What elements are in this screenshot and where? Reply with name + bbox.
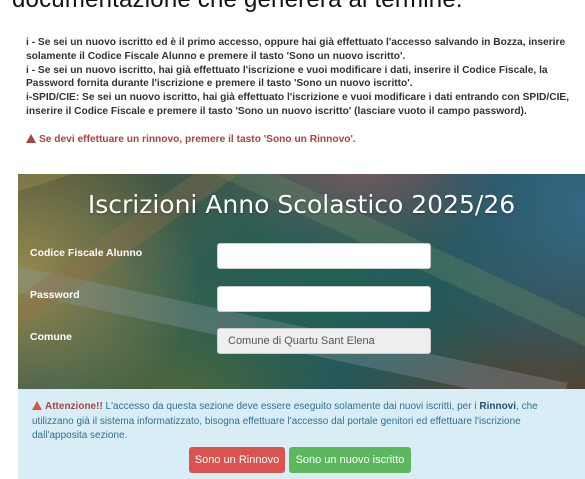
renewal-warning: Se devi effettuare un rinnovo, premere i… — [26, 133, 577, 147]
info-icon: i — [26, 37, 29, 48]
sono-un-rinnovo-button[interactable]: Sono un Rinnovo — [189, 447, 285, 473]
page-title: Iscrizioni Anno Scolastico 2025/26 — [87, 190, 516, 219]
top-cut-text: documentazione che genererà al termine. — [0, 0, 585, 30]
password-input[interactable] — [217, 286, 431, 312]
warning-icon — [26, 133, 36, 143]
sono-un-nuovo-iscritto-button[interactable]: Sono un nuovo iscritto — [289, 447, 411, 473]
top-text: documentazione che genererà al termine. — [12, 0, 463, 14]
comune-field: Comune di Quartu Sant Elena — [217, 328, 431, 354]
info-icon: i — [26, 64, 29, 76]
instructions-panel: i - Se sei un nuovo iscritto ed è il pri… — [18, 28, 585, 174]
instruction-line-2: i - Se sei un nuovo iscritto, hai già ef… — [26, 64, 548, 90]
comune-label: Comune — [30, 331, 72, 343]
instruction-line-1: i - Se sei un nuovo iscritto ed è il pri… — [26, 37, 566, 62]
password-label: Password — [30, 289, 80, 301]
codice-fiscale-input[interactable] — [217, 243, 431, 269]
instruction-line-3: i-SPID/CIE: Se sei un nuovo iscritto, ha… — [26, 92, 570, 117]
codice-fiscale-label: Codice Fiscale Alunno — [30, 247, 143, 259]
warning-icon — [32, 401, 42, 410]
